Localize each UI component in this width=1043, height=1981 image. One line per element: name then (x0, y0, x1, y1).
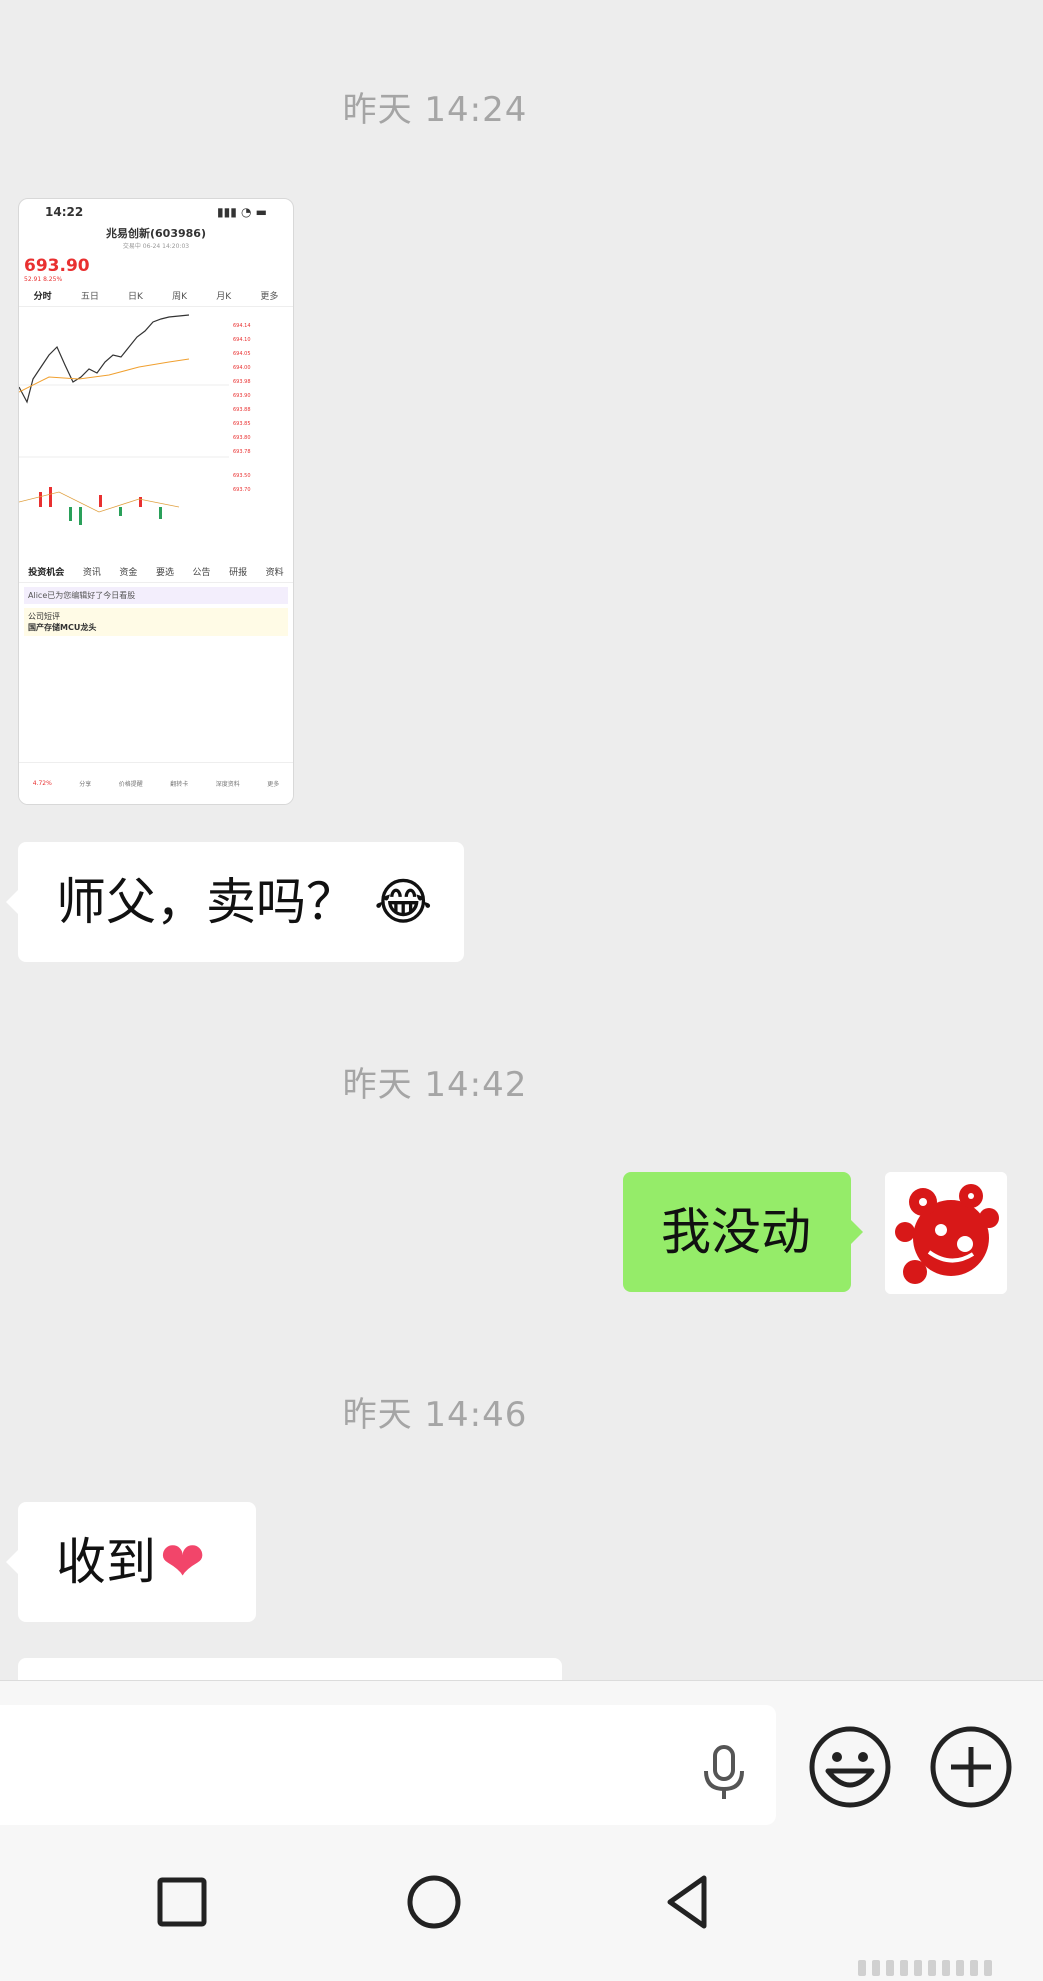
svg-text:694.00: 694.00 (233, 365, 251, 371)
svg-text:694.05: 694.05 (233, 351, 251, 357)
message-bubble-partial[interactable] (18, 1658, 562, 1680)
timestamp: 昨天 14:42 (342, 1065, 528, 1105)
svg-text:694.14: 694.14 (233, 323, 251, 329)
svg-text:693.80: 693.80 (233, 435, 251, 441)
chat-area[interactable]: 昨天 14:24 14:22 ▮▮▮ ◔ ▬ 兆易创新(603986) 交易中 … (0, 0, 1043, 1680)
shared-image-card: 公司短评 国产存储MCU龙头 (24, 608, 288, 636)
shared-image-subtitle: 交易中 06-24 14:20:03 (122, 243, 190, 250)
smiley-icon[interactable] (808, 1725, 892, 1809)
svg-text:694.10: 694.10 (233, 337, 251, 343)
shared-image-bottom-tabs: 投资机会 资讯 资金 要选 公告 研报 资料 (19, 561, 293, 583)
shared-image-nav: 4.72% 分享 价格提醒 翻转卡 深度资料 更多 (19, 762, 293, 804)
timestamp: 昨天 14:24 (342, 90, 528, 130)
input-bar (0, 1680, 1043, 1828)
shared-image-chart: 694.14 694.10 694.05 694.00 693.98 693.90 69… (19, 307, 251, 557)
nav-handle (858, 1960, 1020, 1976)
svg-text:693.78: 693.78 (233, 449, 251, 455)
message-text: 收到 (56, 1533, 156, 1591)
shared-image-statusbar: 14:22 ▮▮▮ ◔ ▬ (19, 199, 293, 225)
user-avatar[interactable] (885, 1172, 1007, 1294)
svg-text:693.98: 693.98 (233, 379, 251, 385)
papercut-avatar-icon (885, 1172, 1007, 1294)
signal-icon: ▮▮▮ ◔ ▬ (217, 205, 267, 219)
svg-text:693.88: 693.88 (233, 407, 251, 413)
timestamp: 昨天 14:46 (342, 1395, 528, 1435)
system-navigation-bar (0, 1828, 1043, 1981)
heart-emoji-icon: ❤ (160, 1530, 206, 1593)
svg-text:693.70: 693.70 (233, 487, 251, 493)
message-bubble-received[interactable]: 师父，卖吗？ 😂 (6, 842, 464, 962)
shared-image-banner: Alice已为您编辑好了今日看股 (24, 587, 288, 604)
message-text: 师父，卖吗？ (56, 873, 356, 931)
triangle-back-icon[interactable] (658, 1872, 718, 1932)
crying-laughing-emoji-icon: 😂 (374, 873, 433, 931)
plus-circle-icon[interactable] (929, 1725, 1013, 1809)
svg-text:693.85: 693.85 (233, 421, 251, 427)
message-bubble-sent[interactable]: 我没动 (623, 1172, 863, 1292)
svg-text:693.50: 693.50 (233, 473, 251, 479)
microphone-icon[interactable] (696, 1743, 752, 1803)
shared-image-message[interactable]: 14:22 ▮▮▮ ◔ ▬ 兆易创新(603986) 交易中 06-24 14:… (18, 198, 294, 805)
shared-image-tabs: 分时 五日 日K 周K 月K 更多 (19, 283, 293, 307)
shared-image-time: 14:22 (45, 205, 84, 219)
svg-text:693.90: 693.90 (233, 393, 251, 399)
message-text: 我没动 (661, 1203, 811, 1261)
shared-image-title: 兆易创新(603986) (106, 227, 206, 240)
message-bubble-received[interactable]: 收到 ❤ (6, 1502, 256, 1622)
shared-image-price: 693.90 (24, 256, 90, 276)
circle-icon[interactable] (404, 1872, 464, 1932)
shared-image-change: 52.91 8.25% (24, 276, 63, 283)
square-icon[interactable] (152, 1872, 212, 1932)
message-input[interactable] (0, 1705, 776, 1825)
